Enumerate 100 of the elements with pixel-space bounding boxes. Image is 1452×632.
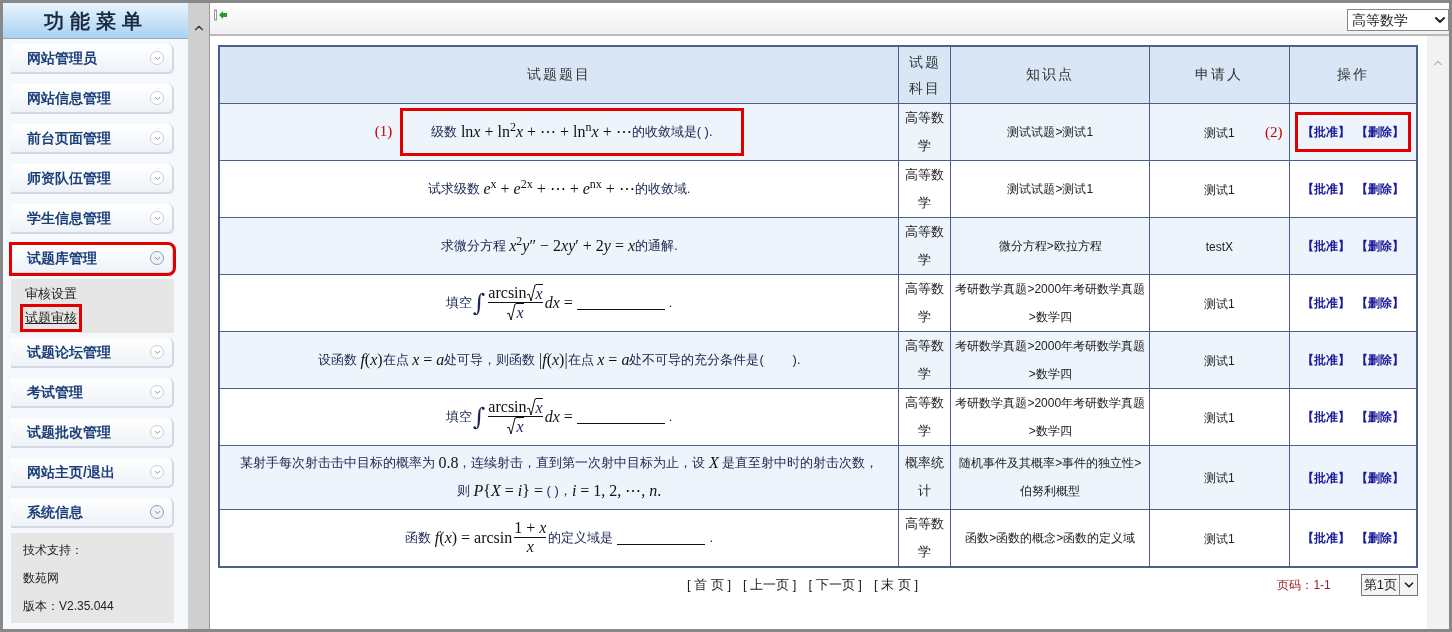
math-variable: x [473, 121, 481, 142]
math-expression: 0.8 [438, 453, 459, 473]
expand-arrow-icon[interactable] [214, 9, 228, 21]
math-expression: arcsin [488, 284, 527, 302]
math-expression: X [709, 453, 719, 473]
applicant-text: 测试1 [1204, 182, 1235, 197]
menu-item[interactable]: 试题批改管理 [11, 418, 174, 448]
question-text: 填空 [445, 407, 472, 426]
math-expression: x$^{2}$y″ − 2 [509, 232, 562, 257]
question-text: 处可导，则函数 [444, 350, 537, 369]
math-expression: arcsin [488, 398, 527, 416]
radicand: x [516, 417, 524, 435]
question-text: 求微分方程 [440, 236, 507, 255]
action-link[interactable]: 【批准】 [1301, 237, 1350, 255]
menu-item[interactable]: 系统信息 [11, 498, 174, 528]
question-text: . [668, 407, 673, 426]
topic-text: 函数>函数的概念>函数的定义域 [965, 530, 1136, 545]
action-link[interactable]: 【批准】 [1301, 408, 1350, 426]
action-link[interactable]: 【删除】 [1355, 180, 1404, 198]
column-header: 申请人 [1149, 46, 1290, 103]
question-text: 的收敛域是( ). [631, 122, 713, 141]
page-link[interactable]: [ 首 页 ] [686, 574, 732, 595]
question-text: 的收敛域. [634, 179, 691, 198]
applicant-text: 测试1 [1204, 296, 1235, 311]
menu-item[interactable]: 网站管理员 [11, 44, 174, 74]
math-expression: + ln$^{2}$x + ⋯ + ln$^{n}$x + ⋯ [483, 118, 632, 142]
math-expression: P{X = i} = [473, 481, 543, 501]
math-expression: 1 + x [514, 519, 547, 537]
action-link[interactable]: 【删除】 [1355, 468, 1404, 487]
menu-item[interactable]: 网站信息管理 [11, 84, 174, 114]
action-link[interactable]: 【删除】 [1355, 122, 1404, 141]
menu-item[interactable]: 师资队伍管理 [11, 164, 174, 194]
page-select[interactable]: 第1页 [1360, 573, 1418, 596]
question-text: . [709, 528, 714, 547]
topic-text: 考研数学真题>2000年考研数学真题>数学四 [955, 395, 1146, 438]
menu-item[interactable]: 试题论坛管理 [11, 338, 174, 368]
page-info: 页码：1-1 [1277, 576, 1331, 594]
action-link[interactable]: 【批准】 [1301, 294, 1350, 312]
topic-text: 考研数学真题>2000年考研数学真题>数学四 [955, 338, 1146, 381]
math-expression: x [526, 538, 534, 556]
menu-item[interactable]: 网站主页/退出 [11, 458, 174, 488]
question-text: 填空 [445, 293, 472, 312]
menu-item[interactable]: 前台页面管理 [11, 124, 174, 154]
question-text: 则 [456, 482, 471, 500]
question-text: 是直至射中时的射击次数， [721, 454, 879, 472]
action-link[interactable]: 【删除】 [1355, 529, 1404, 547]
math-expression: dx = [544, 292, 573, 313]
subject-text: 高等数学 [904, 393, 946, 440]
action-link[interactable]: 【批准】 [1301, 468, 1350, 487]
subject-text: 高等数学 [904, 222, 946, 269]
question-text: ，连续射击，直到第一次射中目标为止，设 [458, 454, 707, 472]
math-expression: |f(x)| [539, 349, 568, 371]
chevron-down-icon [150, 131, 164, 145]
math-variable: y [603, 235, 611, 257]
applicant-text: testX [1205, 239, 1234, 254]
column-header: 试题题目 [219, 46, 899, 103]
action-link[interactable]: 【删除】 [1355, 351, 1404, 369]
question-text: 的定义域是 [548, 528, 614, 547]
radicand: x [535, 284, 543, 302]
menu-item[interactable]: 学生信息管理 [11, 204, 174, 234]
question-text: 在点 [567, 350, 595, 367]
applicant-text: 测试1 [1204, 125, 1235, 140]
menu-item[interactable]: 考试管理 [11, 378, 174, 408]
math-expression: = x [613, 235, 636, 256]
page-link[interactable]: [ 下一页 ] [808, 574, 862, 595]
integral-sign: ∫ [472, 404, 486, 429]
info-text: 技术支持： [23, 542, 84, 559]
scrollbar[interactable] [1427, 36, 1449, 629]
question-text: . [668, 293, 673, 312]
subject-text: 高等数学 [904, 336, 946, 383]
applicant-text: 测试1 [1204, 410, 1235, 425]
page-link[interactable]: [ 上一页 ] [743, 574, 797, 595]
topic-text: 测试试题>测试1 [1007, 124, 1094, 139]
math-expression: f(x) = arcsin [434, 527, 513, 549]
action-link[interactable]: 【批准】 [1301, 180, 1350, 198]
scrollbar[interactable] [188, 3, 210, 629]
submenu-link[interactable]: 试题审核 [23, 307, 79, 329]
subject-select[interactable]: 高等数学 [1347, 9, 1449, 31]
annotation-label: (1) [374, 122, 393, 142]
info-text: 数苑网 [23, 570, 60, 587]
action-link[interactable]: 【删除】 [1355, 408, 1404, 426]
submenu-link[interactable]: 审核设置 [23, 283, 79, 305]
applicant-text: 测试1 [1204, 531, 1235, 546]
topic-text: 考研数学真题>2000年考研数学真题>数学四 [955, 281, 1146, 324]
chevron-down-icon [150, 385, 164, 399]
page-link[interactable]: [ 末 页 ] [873, 574, 918, 595]
chevron-down-icon [150, 251, 164, 265]
info-text: 版本：V2.35.044 [23, 598, 115, 615]
chevron-down-icon [150, 465, 164, 479]
question-text: ( )， [545, 482, 572, 500]
menu-item[interactable]: 试题库管理 [11, 244, 174, 274]
topic-text: 测试试题>测试1 [1007, 181, 1094, 196]
action-link[interactable]: 【删除】 [1355, 294, 1404, 312]
action-link[interactable]: 【批准】 [1301, 351, 1350, 369]
action-link[interactable]: 【批准】 [1301, 122, 1350, 141]
action-link[interactable]: 【批准】 [1301, 529, 1350, 547]
chevron-down-icon [150, 425, 164, 439]
question-text: 处不可导的充分条件是( ). [629, 350, 801, 369]
action-link[interactable]: 【删除】 [1355, 237, 1404, 255]
chevron-down-icon [150, 505, 164, 519]
